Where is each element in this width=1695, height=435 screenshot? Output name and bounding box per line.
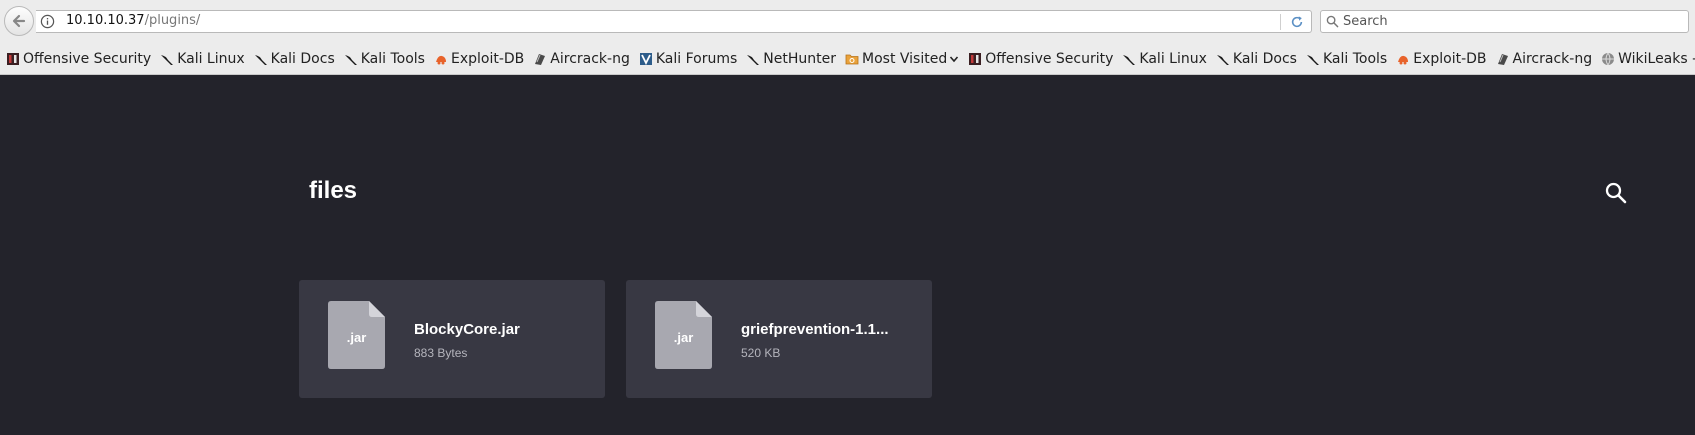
bookmark-label: Kali Tools (360, 50, 425, 67)
bookmark-label: Offensive Security (985, 50, 1114, 67)
browser-search-bar[interactable] (1320, 10, 1689, 33)
file-extension: .jar (346, 330, 367, 345)
bookmark-label: Most Visited (862, 50, 948, 67)
reload-icon[interactable] (1290, 15, 1304, 29)
offsec-icon (969, 52, 982, 65)
exploit-db-icon (1398, 55, 1409, 64)
bookmark-label: Exploit-DB (450, 50, 525, 67)
bookmark-most-visited[interactable]: Most Visited (845, 51, 959, 67)
file-name[interactable]: BlockyCore.jar (414, 321, 584, 338)
file-name[interactable]: griefprevention-1.1... (741, 321, 911, 338)
bookmark-kali-tools-2[interactable]: Kali Tools (1306, 51, 1387, 67)
bookmark-label: NetHunter (763, 50, 837, 67)
kali-dragon-icon (344, 54, 357, 65)
file-extension: .jar (673, 330, 694, 345)
bookmark-kali-tools[interactable]: Kali Tools (344, 51, 425, 67)
page-content: files .jar BlockyCore.jar 883 Bytes .jar… (0, 75, 1695, 435)
url-path: /plugins/ (144, 13, 201, 28)
page-title: files (309, 177, 358, 204)
bookmark-kali-forums[interactable]: Kali Forums (639, 51, 737, 67)
file-size: 520 KB (741, 346, 781, 360)
kali-dragon-icon (1216, 54, 1229, 65)
url-bar[interactable]: 10.10.10.37/plugins/ (36, 10, 1312, 33)
bookmark-label: Offensive Security (23, 50, 152, 67)
exploit-db-icon (435, 55, 446, 64)
bookmark-wikileaks[interactable]: WikiLeaks - /server/bea... (1601, 51, 1695, 67)
bookmark-label: Kali Docs (1232, 50, 1297, 67)
bookmark-label: Aircrack-ng (1512, 50, 1593, 67)
bookmark-label: Kali Docs (270, 50, 335, 67)
navigation-toolbar: 10.10.10.37/plugins/ (0, 0, 1695, 43)
bookmark-label: WikiLeaks - /server/bea... (1618, 50, 1695, 67)
arrow-left-icon (12, 14, 26, 28)
bookmark-exploit-db[interactable]: Exploit-DB (434, 51, 524, 67)
bookmark-label: Exploit-DB (1413, 50, 1487, 67)
search-icon (1326, 15, 1339, 28)
browser-chrome: 10.10.10.37/plugins/ Offensive Security … (0, 0, 1695, 75)
bookmark-label: Kali Forums (655, 50, 738, 67)
bookmark-label: Kali Tools (1322, 50, 1388, 67)
bookmarks-toolbar: Offensive Security Kali Linux Kali Docs … (0, 43, 1695, 75)
file-card-blockycore[interactable]: .jar BlockyCore.jar 883 Bytes (299, 280, 605, 398)
bookmark-label: Kali Linux (1139, 50, 1207, 67)
url-host: 10.10.10.37 (66, 13, 145, 28)
url-text[interactable]: 10.10.10.37/plugins/ (66, 13, 200, 28)
bookmark-aircrack-ng-2[interactable]: Aircrack-ng (1496, 50, 1593, 67)
search-icon[interactable] (1604, 181, 1628, 205)
bookmark-kali-linux-2[interactable]: Kali Linux (1122, 50, 1207, 67)
url-divider (1280, 14, 1281, 30)
bookmark-offensive-security[interactable]: Offensive Security (6, 51, 151, 67)
kali-dragon-icon (1123, 54, 1136, 65)
offsec-icon (7, 52, 19, 65)
globe-icon (1602, 52, 1615, 65)
info-icon[interactable] (40, 14, 55, 29)
bookmark-label: Kali Linux (177, 50, 245, 67)
bookmark-aircrack-ng[interactable]: Aircrack-ng (533, 51, 630, 67)
kali-dragon-icon (747, 54, 760, 65)
folder-icon (845, 54, 859, 64)
bookmark-kali-docs[interactable]: Kali Docs (254, 51, 335, 67)
bookmark-label: Aircrack-ng (550, 50, 630, 67)
kali-dragon-icon (161, 54, 174, 65)
aircrack-icon (535, 53, 546, 65)
bookmark-kali-linux[interactable]: Kali Linux (160, 50, 245, 67)
kali-forums-icon (639, 52, 652, 65)
kali-dragon-icon (1306, 54, 1319, 65)
bookmark-offensive-security-2[interactable]: Offensive Security (968, 51, 1113, 67)
bookmark-exploit-db-2[interactable]: Exploit-DB (1396, 50, 1487, 67)
bookmark-nethunter[interactable]: NetHunter (746, 51, 836, 67)
back-button[interactable] (4, 6, 34, 36)
bookmark-kali-docs-2[interactable]: Kali Docs (1216, 51, 1297, 67)
chevron-down-icon (950, 55, 959, 62)
kali-dragon-icon (254, 54, 267, 65)
file-card-griefprevention[interactable]: .jar griefprevention-1.1... 520 KB (626, 280, 932, 398)
browser-search-input[interactable] (1343, 12, 1683, 31)
file-size: 883 Bytes (414, 346, 468, 360)
aircrack-icon (1497, 53, 1508, 65)
